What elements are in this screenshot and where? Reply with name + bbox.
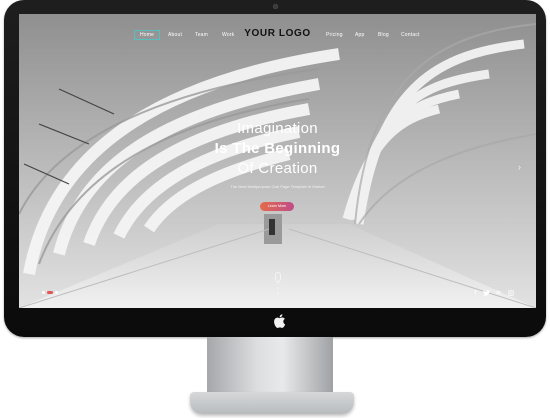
hero-heading-line-3: Of Creation bbox=[237, 160, 318, 177]
slider-dot[interactable] bbox=[42, 291, 45, 294]
slider-next-arrow-icon[interactable]: › bbox=[515, 160, 524, 174]
learn-more-button[interactable]: Learn More bbox=[260, 202, 294, 211]
slider-dot-active[interactable] bbox=[47, 291, 53, 294]
website-screen: Home About Team Work YOUR LOGO Pricing A… bbox=[19, 14, 536, 308]
hero-subtitle: The Best Multipurpose One Page Template … bbox=[230, 184, 325, 189]
hero-heading-line-2: Is The Beginning bbox=[214, 140, 341, 157]
nav-item-blog[interactable]: Blog bbox=[378, 32, 389, 38]
hero-heading-line-1: Imagination bbox=[237, 120, 318, 137]
monitor-stand-neck bbox=[207, 337, 333, 395]
twitter-icon[interactable] bbox=[483, 290, 490, 296]
camera bbox=[273, 4, 278, 9]
nav-item-app[interactable]: App bbox=[355, 32, 365, 38]
facebook-icon[interactable]: f bbox=[472, 290, 479, 296]
nav-item-pricing[interactable]: Pricing bbox=[326, 32, 343, 38]
top-navigation: Home About Team Work YOUR LOGO Pricing A… bbox=[19, 14, 536, 54]
scroll-down-chevron-icon: ˅ bbox=[276, 291, 280, 297]
nav-item-contact[interactable]: Contact bbox=[401, 32, 420, 38]
apple-logo-icon bbox=[274, 314, 286, 328]
monitor-bezel: Home About Team Work YOUR LOGO Pricing A… bbox=[4, 0, 546, 337]
slider-dot[interactable] bbox=[55, 291, 58, 294]
monitor-stand-foot bbox=[190, 392, 354, 414]
linkedin-icon[interactable]: in bbox=[495, 290, 502, 296]
instagram-icon[interactable] bbox=[507, 290, 514, 296]
site-logo[interactable]: YOUR LOGO bbox=[19, 28, 536, 39]
